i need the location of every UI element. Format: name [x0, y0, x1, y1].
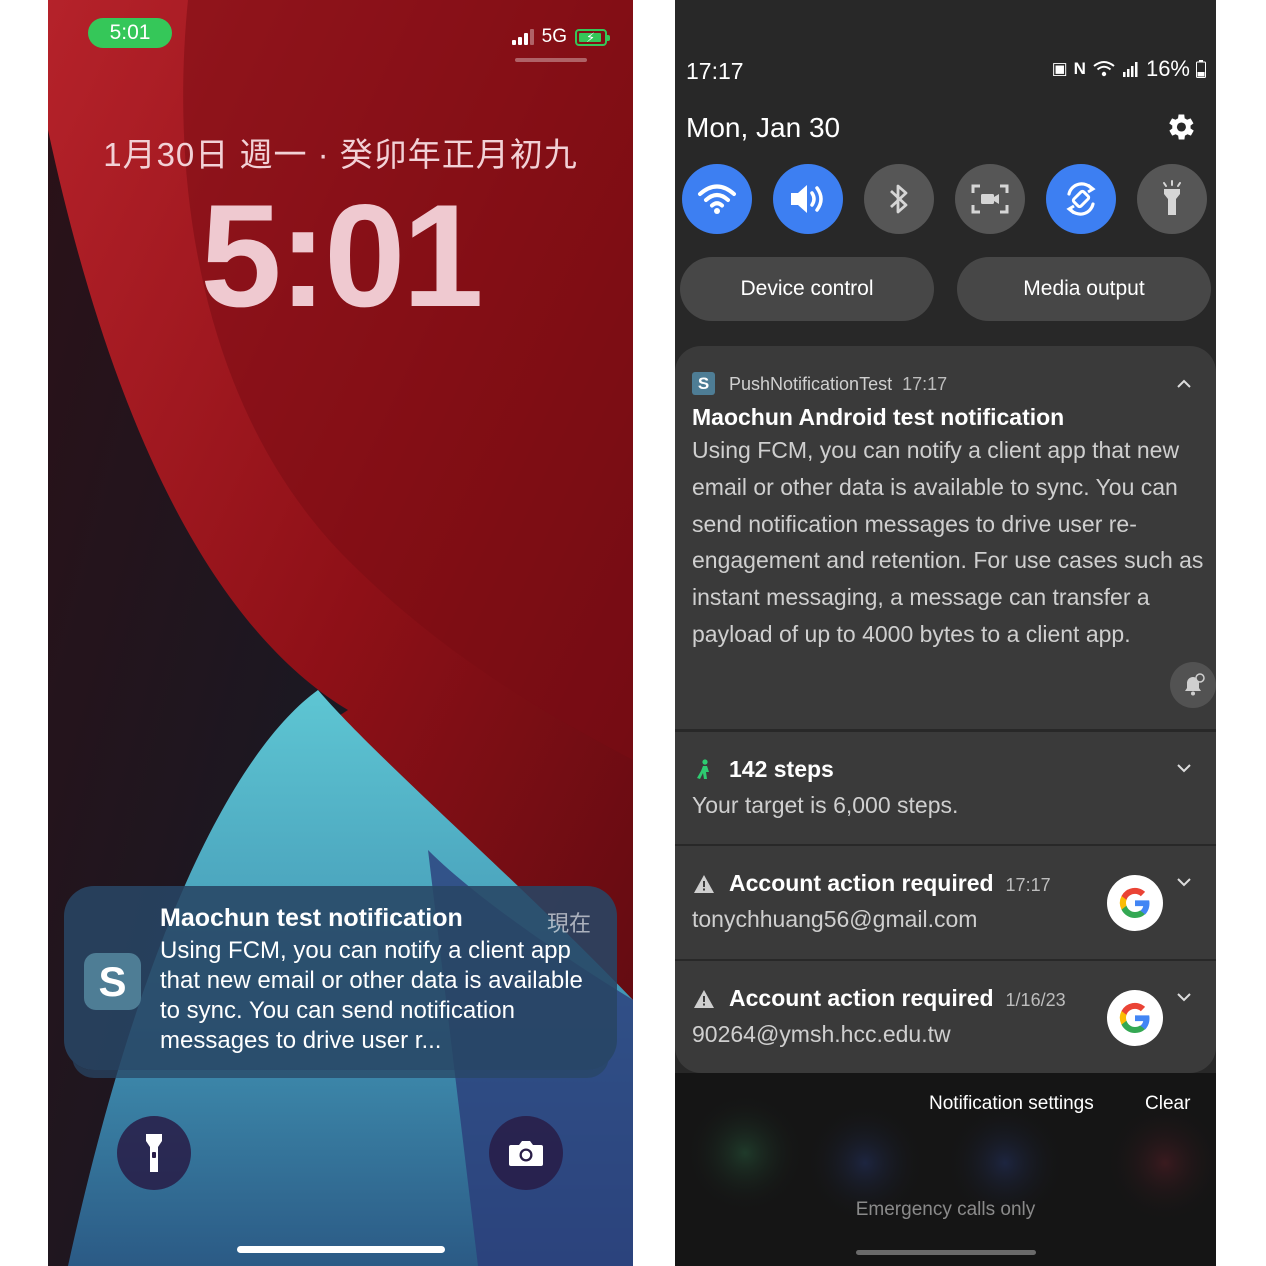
- signal-icon: [1122, 62, 1138, 77]
- auto-rotate-icon: [1066, 182, 1096, 216]
- notification-settings-button[interactable]: Notification settings: [929, 1093, 1094, 1115]
- status-bar-right: ▣ N 16%: [1052, 56, 1206, 82]
- camera-button[interactable]: [489, 1116, 563, 1190]
- shade-date: Mon, Jan 30: [686, 112, 841, 143]
- battery-saver-icon: ▣: [1051, 59, 1068, 78]
- network-label: 5G: [541, 26, 567, 47]
- lock-clock: 5:01: [200, 174, 483, 337]
- flashlight-button[interactable]: [117, 1116, 191, 1190]
- chevron-up-icon[interactable]: [1174, 374, 1194, 394]
- chevron-down-icon[interactable]: [1174, 872, 1194, 892]
- account-title: Account action required 17:17: [729, 870, 1051, 897]
- ios-lock-screen: 5:01 5G ⚡ 1月30日 週一 · 癸卯年正月初九 5:01 S Maoc…: [48, 0, 633, 1266]
- qs-screen-recorder[interactable]: [955, 164, 1025, 234]
- account-notification-card[interactable]: Account action required 17:17 tonychhuang…: [675, 846, 1216, 959]
- qs-sound[interactable]: [773, 164, 843, 234]
- lock-date: 1月30日 週一 · 癸卯年正月初九: [103, 136, 578, 173]
- notification-body: Using FCM, you can notify a client app t…: [692, 437, 1204, 647]
- google-icon: [1107, 875, 1163, 931]
- battery-icon: ⚡: [575, 28, 610, 46]
- notification-title: Maochun test notification: [160, 904, 463, 932]
- notification-time: 現在: [546, 911, 591, 936]
- status-time: 17:17: [686, 58, 744, 84]
- gear-icon[interactable]: [1163, 110, 1197, 144]
- battery-percent: 16%: [1145, 56, 1190, 81]
- device-control-button[interactable]: Device control: [680, 257, 934, 321]
- flashlight-icon: [1163, 180, 1181, 215]
- quick-settings: [682, 164, 1207, 234]
- screen-recorder-icon: [971, 184, 1009, 214]
- account-notification-card[interactable]: Account action required 1/16/23 90264@yms…: [675, 961, 1216, 1073]
- qs-auto-rotate[interactable]: [1046, 164, 1116, 234]
- android-notification-shade: 17:17 ▣ N 16% Mon, Jan 30 Device control…: [675, 0, 1216, 1266]
- emergency-calls-text: Emergency calls only: [855, 1199, 1036, 1220]
- lock-notification[interactable]: S Maochun test notification 現在 Using FCM…: [64, 886, 617, 1070]
- qs-flashlight[interactable]: [1137, 164, 1207, 234]
- notification-title: Maochun Android test notification: [692, 404, 1065, 430]
- navigation-handle[interactable]: [856, 1250, 1036, 1255]
- google-icon: [1107, 990, 1163, 1046]
- wifi-icon: [698, 184, 736, 214]
- chevron-down-icon[interactable]: [1174, 758, 1194, 778]
- steps-notification-card[interactable]: 142 steps Your target is 6,000 steps.: [675, 732, 1216, 844]
- app-icon: S: [692, 372, 715, 395]
- steps-title: 142 steps: [729, 756, 834, 782]
- battery-icon: [1196, 60, 1206, 78]
- notification-body: Using FCM, you can notify a client app t…: [160, 937, 583, 1054]
- qs-bluetooth[interactable]: [864, 164, 934, 234]
- account-email: tonychhuang56@gmail.com: [692, 906, 978, 932]
- status-indicator-line: [515, 58, 587, 62]
- camera-icon: [509, 1141, 543, 1166]
- wifi-icon: [1093, 61, 1115, 77]
- chevron-down-icon[interactable]: [1174, 987, 1194, 1007]
- flashlight-icon: [146, 1134, 162, 1172]
- nfc-icon: N: [1073, 59, 1086, 78]
- notification-time: 17:17: [1005, 875, 1051, 895]
- app-icon: S: [84, 953, 141, 1010]
- account-title-text: Account action required: [729, 985, 994, 1011]
- steps-icon: [697, 759, 709, 779]
- home-indicator[interactable]: [237, 1246, 445, 1253]
- clear-button[interactable]: Clear: [1145, 1093, 1190, 1115]
- signal-icon: [511, 29, 534, 45]
- warning-icon: [694, 875, 714, 893]
- bluetooth-icon: [890, 184, 908, 214]
- snooze-bell-icon: [1185, 673, 1205, 696]
- warning-icon: [694, 990, 714, 1008]
- account-email: 90264@ymsh.hcc.edu.tw: [692, 1021, 951, 1047]
- media-output-button[interactable]: Media output: [957, 257, 1211, 321]
- account-title: Account action required 1/16/23: [729, 985, 1066, 1012]
- shade-footer: Notification settings Clear Emergency ca…: [675, 1073, 1216, 1266]
- qs-wifi[interactable]: [682, 164, 752, 234]
- notification-time: 1/16/23: [1005, 990, 1066, 1010]
- volume-icon: [791, 185, 823, 213]
- status-bar-right: 5G ⚡: [511, 26, 610, 48]
- app-name: PushNotificationTest: [729, 374, 893, 394]
- steps-subtitle: Your target is 6,000 steps.: [692, 792, 959, 818]
- status-time: 5:01: [88, 18, 172, 48]
- app-header: PushNotificationTest 17:17: [729, 374, 947, 395]
- notification-time: 17:17: [902, 374, 948, 394]
- push-notification-card[interactable]: S PushNotificationTest 17:17 Maochun Andr…: [675, 346, 1216, 729]
- snooze-button[interactable]: [1170, 662, 1216, 708]
- account-title-text: Account action required: [729, 870, 994, 896]
